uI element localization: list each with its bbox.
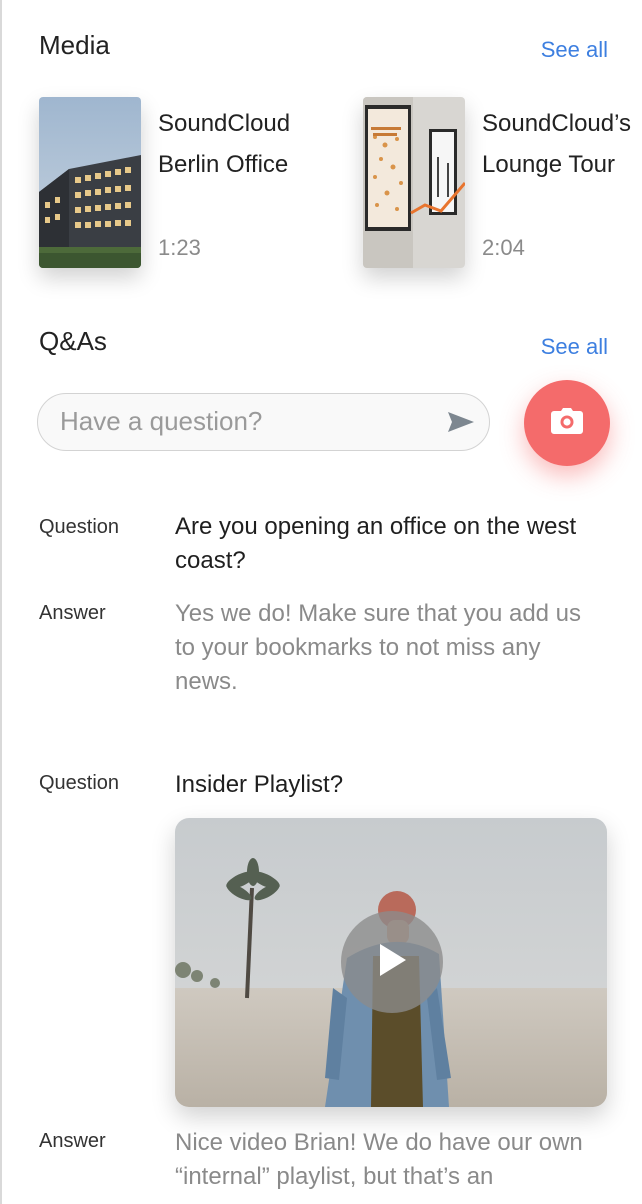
play-button[interactable]: [341, 911, 443, 1013]
answer-label: Answer: [39, 1130, 106, 1152]
building-photo-icon: [39, 97, 141, 268]
framed-poster-photo-icon: [363, 97, 465, 268]
question-label: Question: [39, 772, 120, 794]
qas-see-all-link[interactable]: See all: [541, 334, 608, 360]
question-label: Question: [39, 516, 120, 538]
media-card-duration: 2:04: [482, 235, 525, 260]
ask-question-input[interactable]: [60, 394, 440, 449]
answer-video[interactable]: [175, 818, 607, 1107]
media-card-title: SoundCloud’s Lounge Tour: [482, 110, 632, 178]
media-card-duration: 1:23: [158, 235, 201, 260]
media-card-title: SoundCloud Berlin Office: [158, 110, 291, 178]
camera-button[interactable]: [524, 380, 610, 466]
ask-question-box: [37, 393, 490, 451]
send-icon[interactable]: [447, 410, 475, 434]
answer-label: Answer: [39, 602, 106, 624]
answer-text: Nice video Brian! We do have our own “in…: [175, 1129, 583, 1190]
media-card-lounge-tour[interactable]: SoundCloud’s Lounge Tour 2:04: [363, 97, 642, 269]
question-text: Insider Playlist?: [175, 771, 344, 798]
play-icon: [378, 943, 406, 981]
company-profile-page: Media See all SoundCloud Berlin Office 1…: [0, 0, 642, 1204]
media-see-all-link[interactable]: See all: [541, 37, 608, 63]
media-card-berlin-office[interactable]: SoundCloud Berlin Office 1:23: [39, 97, 339, 269]
camera-icon: [551, 407, 583, 439]
qas-section-title: Q&As: [39, 326, 107, 356]
answer-text: Yes we do! Make sure that you add us to …: [175, 600, 582, 695]
media-section-title: Media: [39, 30, 110, 60]
question-text: Are you opening an office on the west co…: [175, 513, 577, 574]
